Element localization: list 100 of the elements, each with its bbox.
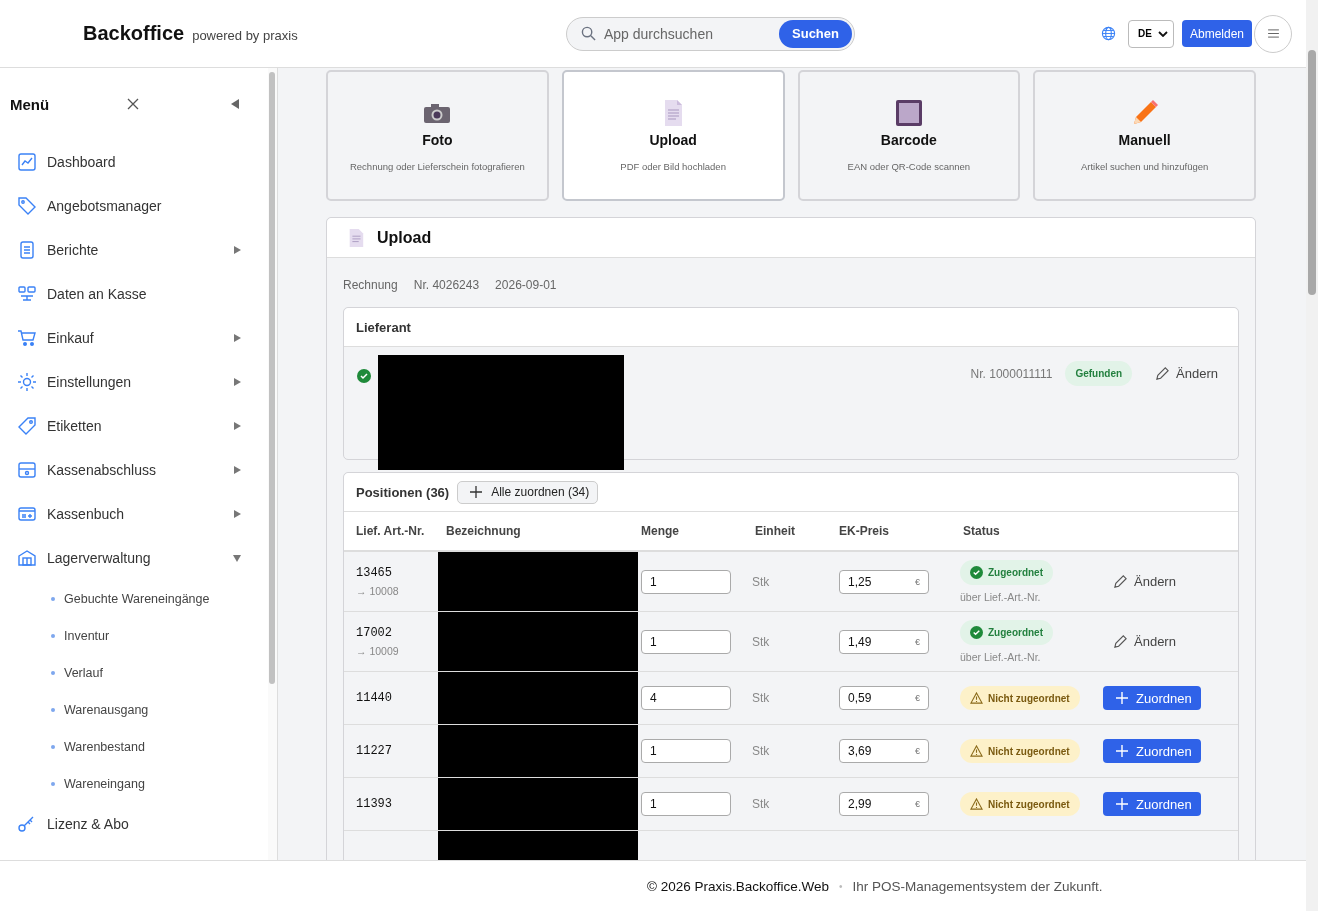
unit-text: Stk bbox=[752, 796, 771, 813]
price-field[interactable]: 3,69 € bbox=[839, 739, 929, 763]
status-badge: Nicht zugeordnet bbox=[960, 792, 1080, 816]
cart-icon bbox=[17, 328, 37, 348]
search-icon bbox=[581, 26, 596, 41]
sidebar-item[interactable]: Dashboard bbox=[0, 140, 241, 184]
plus-icon bbox=[470, 486, 483, 498]
scrollbar-thumb[interactable] bbox=[269, 72, 275, 684]
plus-icon bbox=[1116, 798, 1128, 810]
mode-title: Manuell bbox=[1118, 132, 1171, 148]
sidebar-item[interactable]: Einstellungen bbox=[0, 360, 241, 404]
submenu-item[interactable]: Inventur bbox=[0, 617, 268, 654]
mode-description: EAN oder QR-Code scannen bbox=[847, 161, 971, 172]
assign-button[interactable]: Zuordnen bbox=[1103, 739, 1201, 763]
section-title: Lieferant bbox=[356, 319, 411, 335]
price-field[interactable]: 1,25 € bbox=[839, 569, 929, 594]
copyright-text: © 2026 Praxis.Backoffice.Web bbox=[647, 878, 830, 894]
scrollbar-thumb[interactable] bbox=[1308, 50, 1316, 295]
label-icon bbox=[17, 416, 37, 436]
column-header: Status bbox=[963, 524, 1001, 538]
article-number: 13465 bbox=[356, 566, 393, 580]
invoice-meta: Nr. 4026243 bbox=[413, 278, 480, 292]
mode-card[interactable]: Upload PDF oder Bild hochladen bbox=[561, 70, 785, 201]
submenu-item[interactable]: Gebuchte Wareneingänge bbox=[0, 580, 268, 617]
unit-text: Stk bbox=[752, 573, 771, 591]
edit-button[interactable]: Ändern bbox=[1155, 366, 1218, 381]
close-icon[interactable] bbox=[127, 98, 139, 110]
invoice-meta: 2026-09-01 bbox=[495, 278, 557, 292]
status-note: über Lief.-Art.-Nr. bbox=[960, 591, 1041, 603]
brand-name: Backoffice bbox=[83, 22, 185, 45]
sidebar-item[interactable]: Lizenz & Abo bbox=[0, 802, 241, 846]
article-number: 11393 bbox=[356, 797, 393, 811]
sidebar-item[interactable]: Kassenabschluss bbox=[0, 448, 241, 492]
column-header: Menge bbox=[641, 524, 680, 538]
sidebar-item[interactable]: Angebotsmanager bbox=[0, 184, 241, 228]
edit-button[interactable]: Ändern bbox=[1113, 634, 1176, 649]
document-icon bbox=[17, 240, 37, 260]
mode-card[interactable]: Foto Rechnung oder Lieferschein fotografieren bbox=[326, 70, 549, 201]
column-header: Einheit bbox=[755, 524, 796, 538]
quantity-field[interactable]: 1 bbox=[641, 792, 731, 816]
globe-icon[interactable] bbox=[1100, 26, 1116, 41]
mode-title: Upload bbox=[649, 132, 697, 148]
language-select[interactable]: DE bbox=[1127, 19, 1174, 48]
submenu-item[interactable]: Warenbestand bbox=[0, 728, 268, 765]
submenu-item[interactable]: Wareneingang bbox=[0, 765, 268, 802]
menu-button[interactable] bbox=[1254, 14, 1292, 53]
chart-icon bbox=[17, 152, 37, 172]
assign-button[interactable]: Zuordnen bbox=[1103, 792, 1201, 816]
mode-title: Barcode bbox=[880, 132, 937, 148]
mode-description: PDF oder Bild hochladen bbox=[620, 161, 726, 172]
mode-description: Artikel suchen und hinzufügen bbox=[1081, 161, 1209, 172]
column-header: Bezeichnung bbox=[446, 524, 522, 538]
plus-icon bbox=[1116, 745, 1128, 757]
supplier-number: Nr. 1000011111 bbox=[970, 366, 1053, 381]
mode-title: Foto bbox=[422, 132, 453, 148]
mapped-number: → 10009 bbox=[356, 645, 400, 657]
price-field[interactable]: 1,49 € bbox=[839, 629, 929, 654]
pencil-icon bbox=[1113, 574, 1128, 589]
status-badge: Zugeordnet bbox=[960, 560, 1053, 585]
assign-all-button[interactable]: Alle zuordnen (34) bbox=[457, 480, 599, 504]
edit-button[interactable]: Ändern bbox=[1113, 574, 1176, 589]
sidebar-item[interactable]: Einkauf bbox=[0, 316, 241, 360]
brand-tagline: powered by praxis bbox=[192, 28, 298, 43]
mode-card[interactable]: Manuell Artikel suchen und hinzufügen bbox=[1033, 70, 1256, 201]
menu-title: Menü bbox=[10, 95, 50, 113]
section-title: Positionen (36) bbox=[356, 484, 450, 500]
price-field[interactable]: 0,59 € bbox=[839, 686, 929, 710]
mode-card[interactable]: Barcode EAN oder QR-Code scannen bbox=[797, 70, 1021, 201]
quantity-field[interactable]: 4 bbox=[641, 686, 731, 710]
quantity-field[interactable]: 1 bbox=[641, 739, 731, 763]
logout-button[interactable]: Abmelden bbox=[1181, 20, 1252, 47]
submenu-item[interactable]: Warenausgang bbox=[0, 691, 268, 728]
sidebar-item[interactable]: Lagerverwaltung bbox=[0, 536, 241, 580]
unit-text: Stk bbox=[752, 690, 771, 707]
unit-text: Stk bbox=[752, 633, 771, 651]
sidebar-item[interactable]: Daten an Kasse bbox=[0, 272, 241, 316]
pencil-icon bbox=[1113, 634, 1128, 649]
slogan-text: Ihr POS-Managementsystem der Zukunft. bbox=[852, 878, 1103, 894]
pencil-icon bbox=[1155, 366, 1171, 381]
search-button[interactable]: Suchen bbox=[779, 19, 852, 48]
quantity-field[interactable]: 1 bbox=[641, 569, 731, 594]
submenu-item[interactable]: Verlauf bbox=[0, 654, 268, 691]
sidebar-item[interactable]: Etiketten bbox=[0, 404, 241, 448]
assign-button[interactable]: Zuordnen bbox=[1103, 686, 1201, 710]
sun-icon bbox=[17, 372, 37, 392]
price-field[interactable]: 2,99 € bbox=[839, 792, 929, 816]
warehouse-icon bbox=[17, 548, 37, 568]
unit-text: Stk bbox=[752, 743, 771, 760]
sidebar-item[interactable]: Kassenbuch bbox=[0, 492, 241, 536]
collapse-icon[interactable] bbox=[231, 99, 239, 109]
panel-title: Upload bbox=[377, 228, 432, 247]
search-field[interactable]: App durchsuchen Suchen bbox=[566, 16, 855, 51]
quantity-field[interactable]: 1 bbox=[641, 629, 731, 654]
status-badge: Gefunden bbox=[1065, 361, 1133, 386]
menu-icon bbox=[1267, 29, 1279, 38]
invoice-meta: Rechnung bbox=[343, 278, 398, 292]
separator-dot: • bbox=[839, 880, 843, 892]
column-header: Lief. Art.-Nr. bbox=[356, 524, 426, 538]
article-number: 17002 bbox=[356, 626, 393, 640]
sidebar-item[interactable]: Berichte bbox=[0, 228, 241, 272]
